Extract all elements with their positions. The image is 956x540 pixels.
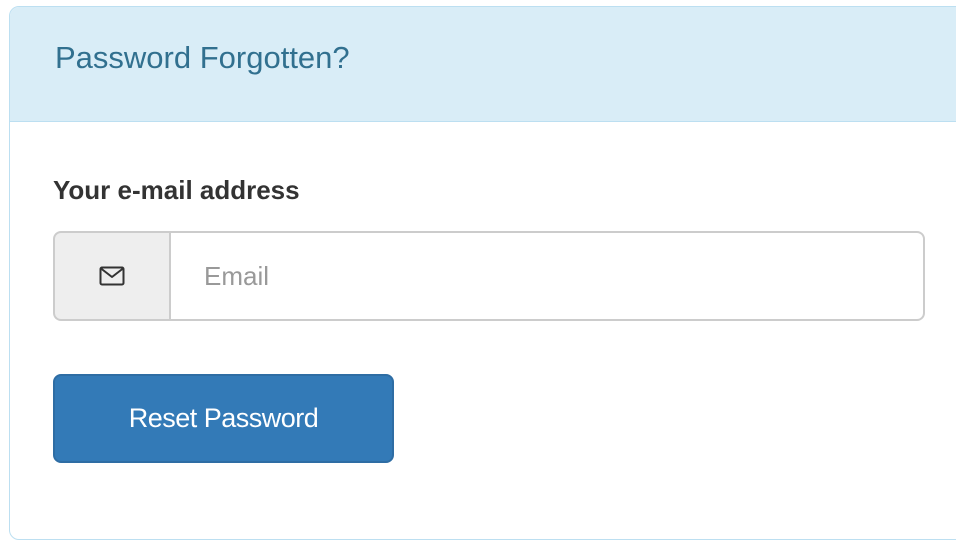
email-addon [53, 231, 169, 321]
email-label: Your e-mail address [53, 175, 300, 205]
reset-password-button[interactable]: Reset Password [53, 374, 394, 463]
envelope-icon [99, 266, 125, 286]
panel-heading: Password Forgotten? [10, 7, 956, 122]
email-input-group [53, 231, 925, 321]
password-reset-panel: Password Forgotten? Your e-mail address … [9, 6, 956, 540]
email-input[interactable] [169, 231, 925, 321]
panel-title: Password Forgotten? [55, 40, 350, 75]
